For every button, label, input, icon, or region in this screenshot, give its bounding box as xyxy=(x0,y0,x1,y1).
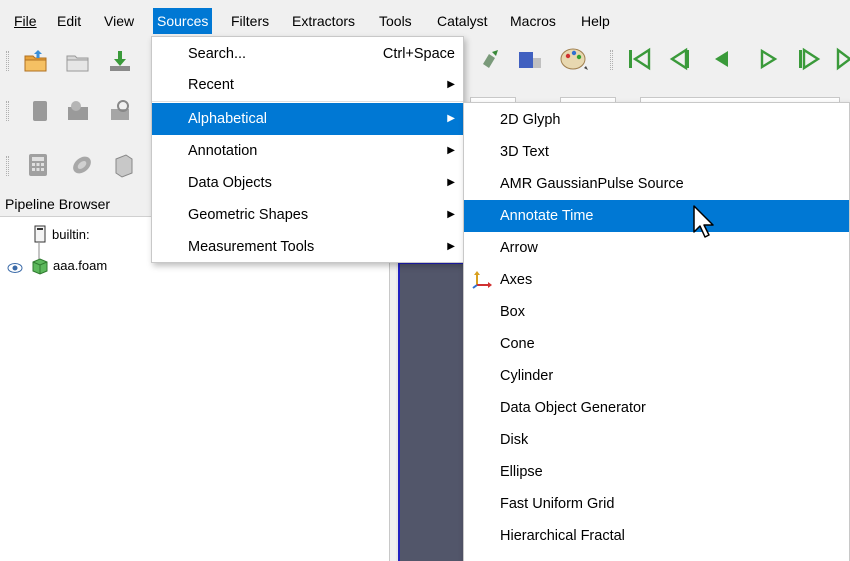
pipeline-item-aaa-foam[interactable]: aaa.foam xyxy=(53,256,107,276)
menu-item-label: 3D Text xyxy=(500,144,549,160)
toolbar-grip-icon[interactable] xyxy=(610,50,613,70)
menu-item-label: Geometric Shapes xyxy=(188,207,309,223)
axes-icon xyxy=(472,271,492,289)
pipeline-item-builtin[interactable]: builtin: xyxy=(52,225,90,245)
pipeline-browser-title: Pipeline Browser xyxy=(5,196,111,212)
menu-item-data-objects[interactable]: Data Objects ▶ xyxy=(152,167,463,199)
alphabetical-submenu: 2D Glyph 3D Text AMR GaussianPulse Sourc… xyxy=(463,102,850,561)
next-frame-icon[interactable] xyxy=(794,44,824,74)
menu-item-3d-text[interactable]: 3D Text xyxy=(464,136,849,168)
main-toolbar xyxy=(0,40,160,82)
menu-item-label: Measurement Tools xyxy=(188,239,315,255)
link-icon[interactable] xyxy=(106,97,134,125)
toolbar-grip-icon[interactable] xyxy=(6,101,9,121)
server-icon xyxy=(34,225,46,243)
play-icon[interactable] xyxy=(756,44,782,74)
toolbar-grip-icon[interactable] xyxy=(6,51,9,71)
menu-item-label: Axes xyxy=(500,272,533,288)
menu-item-amr-gaussianpulse-source[interactable]: AMR GaussianPulse Source xyxy=(464,168,849,200)
mouse-cursor-icon xyxy=(693,205,714,238)
menu-item-label: Search... xyxy=(188,46,247,62)
menu-item-recent[interactable]: Recent ▶ xyxy=(152,69,463,101)
menu-item-cylinder[interactable]: Cylinder xyxy=(464,360,849,392)
menu-item-label: Hierarchical Fractal xyxy=(500,528,625,544)
menu-item-hierarchical-fractal[interactable]: Hierarchical Fractal xyxy=(464,520,849,552)
download-icon[interactable] xyxy=(106,47,134,75)
disconnect-icon[interactable] xyxy=(64,47,92,75)
menu-item-label: AMR GaussianPulse Source xyxy=(500,176,684,192)
menu-tools[interactable]: Tools xyxy=(375,8,416,34)
submenu-arrow-icon: ▶ xyxy=(447,177,455,188)
palette-icon[interactable] xyxy=(558,44,592,74)
menubar: File Edit View Sources Filters Extractor… xyxy=(0,0,850,40)
menu-item-label: Alphabetical xyxy=(188,111,267,127)
menu-item-arrow[interactable]: Arrow xyxy=(464,232,849,264)
menu-item-measurement-tools[interactable]: Measurement Tools ▶ xyxy=(152,231,463,263)
menu-item-geometric-shapes[interactable]: Geometric Shapes ▶ xyxy=(152,199,463,231)
menu-item-label: Recent xyxy=(188,77,234,93)
submenu-arrow-icon: ▶ xyxy=(447,209,455,220)
view-toolbar xyxy=(0,90,160,132)
menu-item-label: Disk xyxy=(500,432,529,448)
menu-item-label: Data Objects xyxy=(188,175,272,191)
camera-icon[interactable] xyxy=(64,97,92,125)
menu-item-data-object-generator[interactable]: Data Object Generator xyxy=(464,392,849,424)
menu-extractors[interactable]: Extractors xyxy=(288,8,359,34)
menu-item-alphabetical[interactable]: Alphabetical ▶ xyxy=(152,103,463,135)
color-map-icon[interactable] xyxy=(515,44,547,74)
open-folder-icon[interactable] xyxy=(22,47,50,75)
menu-item-disk[interactable]: Disk xyxy=(464,424,849,456)
menu-catalyst[interactable]: Catalyst xyxy=(433,8,492,34)
menu-item-label: Box xyxy=(500,304,525,320)
menu-view[interactable]: View xyxy=(100,8,138,34)
menu-item-axes[interactable]: Axes xyxy=(464,264,849,296)
menu-item-label: Arrow xyxy=(500,240,538,256)
menu-item-label: Annotate Time xyxy=(500,208,594,224)
sources-menu: Search... Ctrl+Space Recent ▶ Alphabetic… xyxy=(151,36,464,263)
submenu-arrow-icon: ▶ xyxy=(447,113,455,124)
cylinder-icon[interactable] xyxy=(26,97,54,125)
render-view[interactable] xyxy=(398,262,468,561)
menu-item-cone[interactable]: Cone xyxy=(464,328,849,360)
menu-help[interactable]: Help xyxy=(577,8,614,34)
common-toolbar xyxy=(0,145,160,187)
tree-connector xyxy=(38,243,40,259)
dataset-cube-icon xyxy=(32,258,48,275)
menu-separator xyxy=(152,101,463,102)
menu-item-label: Fast Uniform Grid xyxy=(500,496,615,512)
menu-sources[interactable]: Sources xyxy=(153,8,213,34)
reset-camera-icon[interactable] xyxy=(478,44,502,74)
menu-edit[interactable]: Edit xyxy=(53,8,85,34)
clip-icon[interactable] xyxy=(110,151,138,179)
submenu-arrow-icon: ▶ xyxy=(447,79,455,90)
contour-icon[interactable] xyxy=(68,151,96,179)
menu-item-label: Data Object Generator xyxy=(500,400,646,416)
submenu-arrow-icon: ▶ xyxy=(447,145,455,156)
menu-item-label: Annotation xyxy=(188,143,258,159)
menu-item-shortcut: Ctrl+Space xyxy=(382,46,455,62)
previous-frame-icon[interactable] xyxy=(664,44,694,74)
menu-item-label: Cylinder xyxy=(500,368,554,384)
menu-item-label: Cone xyxy=(500,336,535,352)
calculator-icon[interactable] xyxy=(24,151,52,179)
menu-item-label: Ellipse xyxy=(500,464,543,480)
menu-macros[interactable]: Macros xyxy=(506,8,560,34)
toolbar-grip-icon[interactable] xyxy=(6,156,9,176)
menu-item-label: 2D Glyph xyxy=(500,112,561,128)
menu-item-annotation[interactable]: Annotation ▶ xyxy=(152,135,463,167)
pipeline-browser-panel: builtin: aaa.foam xyxy=(0,216,389,561)
menu-item-box[interactable]: Box xyxy=(464,296,849,328)
menu-item-2d-glyph[interactable]: 2D Glyph xyxy=(464,104,849,136)
reverse-play-icon[interactable] xyxy=(708,44,734,74)
menu-item-ellipse[interactable]: Ellipse xyxy=(464,456,849,488)
submenu-arrow-icon: ▶ xyxy=(447,241,455,252)
menu-filters[interactable]: Filters xyxy=(227,8,273,34)
menu-item-search[interactable]: Search... Ctrl+Space xyxy=(152,38,463,70)
menu-item-fast-uniform-grid[interactable]: Fast Uniform Grid xyxy=(464,488,849,520)
last-frame-icon[interactable] xyxy=(834,44,850,74)
first-frame-icon[interactable] xyxy=(624,44,654,74)
menu-item-annotate-time[interactable]: Annotate Time xyxy=(464,200,849,232)
menu-file[interactable]: File xyxy=(10,8,41,34)
eye-icon[interactable] xyxy=(7,262,23,274)
